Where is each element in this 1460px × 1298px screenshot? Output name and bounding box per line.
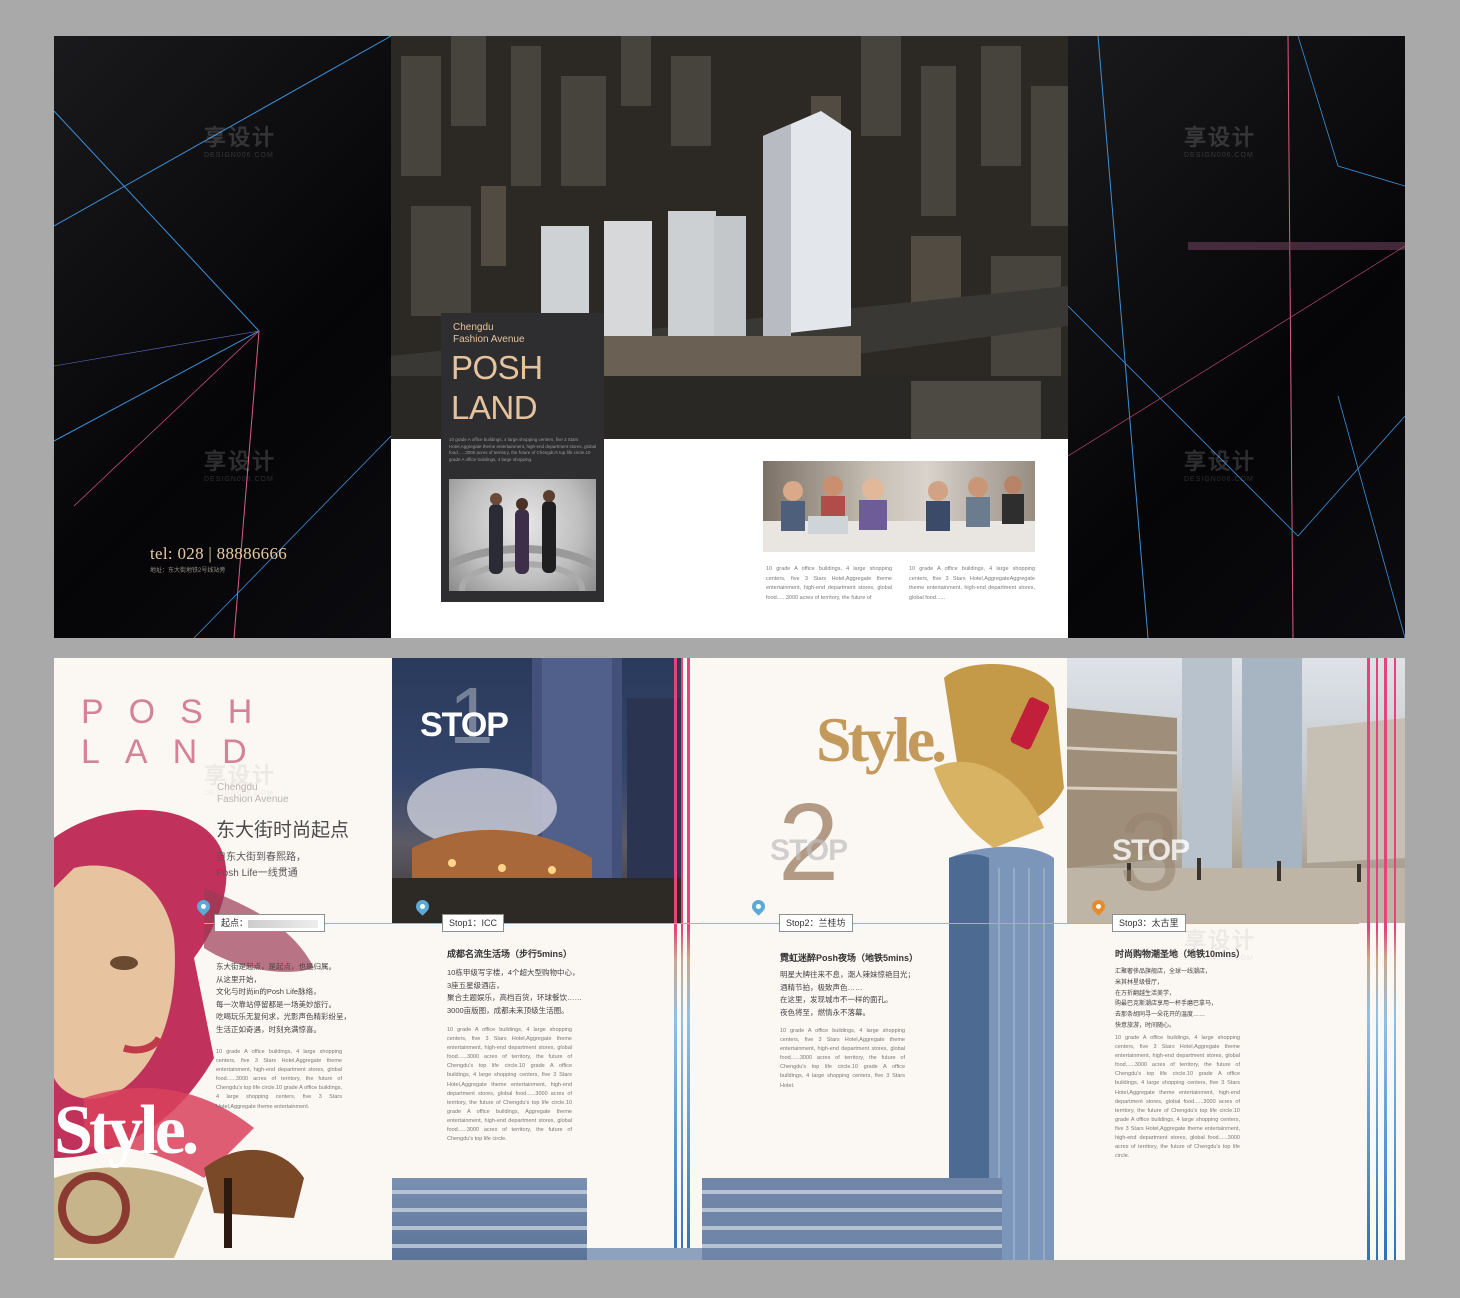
style-headline-left: Style.	[54, 1092, 199, 1169]
stop1-heading: 成都名流生活场（步行5mins）	[447, 949, 573, 959]
start-description-en: 10 grade A office buildings, 4 large sho…	[216, 1049, 342, 1110]
watermark: 享设计 DESIGN006.COM	[204, 449, 277, 483]
business-women-illustration	[449, 490, 596, 591]
box-title-posh: POSH	[451, 349, 543, 386]
watermark: 享设计 DESIGN006.COM	[1184, 928, 1257, 962]
stop2-description-en: 10 grade A office buildings, 4 large sho…	[780, 1028, 905, 1089]
start-description-cn: 东大街是起点，是起点，也是归属。 从这里开始， 文化与时尚in的Posh Lif…	[216, 962, 351, 1034]
style-headline-center: Style.	[816, 704, 947, 775]
section-title: 东大街时尚起点	[216, 820, 350, 841]
brochure-inner-spread: POSH LAND Chengdu Fashion Avenue 东大街时尚起点…	[54, 658, 1405, 1260]
logo-posh: POSH	[81, 693, 278, 731]
stop1-word: STOP	[420, 706, 509, 744]
icc-night-photo	[392, 658, 681, 923]
taikoo-li-photo	[1067, 658, 1405, 923]
location-pin-icon	[749, 897, 768, 916]
watermark: 享设计 DESIGN006.COM	[1184, 449, 1257, 483]
stop3-word: STOP	[1112, 834, 1190, 867]
brochure-outer-spread: tel: 028 | 88886666 地址：东大街地铁2号线站旁 Chengd…	[54, 36, 1405, 638]
stripe-bars-right	[1367, 658, 1396, 1260]
taikoo-li-illustration	[1067, 658, 1405, 923]
stop1-description-cn: 10栋甲级写字楼，4个超大型购物中心， 3座五星级酒店， 聚合主题娱乐，高档百货…	[447, 968, 582, 1015]
stop2-word: STOP	[770, 834, 848, 867]
office-team-photo	[763, 461, 1035, 552]
posh-land-title-box: Chengdu Fashion Avenue POSH LAND 10 grad…	[441, 313, 604, 602]
stop1-label: Stop1：ICC	[442, 914, 505, 932]
stop3-description-cn: 汇聚奢侈品旗舰店，全球一线潮店， 米其林星级餐厅， 在万折翻越生活美学， 购最巴…	[1115, 969, 1218, 1029]
watermark: 享设计 DESIGN006.COM	[1184, 125, 1257, 159]
start-label: 起点：	[214, 914, 326, 932]
stop3-description-en: 10 grade A office buildings, 4 large sho…	[1115, 1035, 1240, 1160]
business-women-photo	[449, 479, 596, 591]
tagline-2: Posh Life一线贯通	[216, 868, 298, 879]
stop2-label: Stop2：兰桂坊	[779, 914, 853, 932]
watermark: 享设计 DESIGN006.COM	[204, 125, 277, 159]
mall-building-strip	[392, 1178, 1002, 1260]
office-description-col2: 10 grade A office buildings, 4 large sho…	[909, 566, 1035, 601]
watermark: 享设计 DESIGN006.COM	[204, 763, 277, 797]
box-description: 10 grade A office buildings, 4 large sho…	[449, 437, 597, 462]
box-subtitle-avenue: Fashion Avenue	[453, 334, 525, 345]
stop3-label: Stop3：太古里	[1112, 914, 1186, 932]
telephone-number: tel: 028 | 88886666	[150, 544, 288, 563]
stop1-description-en: 10 grade A office buildings, 4 large sho…	[447, 1027, 572, 1143]
office-description-col1: 10 grade A office buildings, 4 large sho…	[766, 566, 892, 601]
tagline-1: 自东大街到春熙路，	[216, 852, 306, 863]
icc-night-illustration	[392, 658, 681, 923]
box-title-land: LAND	[451, 389, 538, 426]
office-team-illustration	[763, 476, 1035, 552]
box-subtitle-city: Chengdu	[453, 322, 494, 333]
address-text: 地址：东大街地铁2号线站旁	[150, 568, 226, 574]
stop2-description-cn: 明星大牌往来不息，潮人辣妹惊艳目光； 酒精节拍，极致声色…… 在这里，发现城市不…	[780, 970, 915, 1017]
cover-panel: Chengdu Fashion Avenue POSH LAND 10 grad…	[391, 36, 1068, 638]
stop2-heading: 霓虹迷醉Posh夜场（地铁5mins）	[780, 953, 919, 963]
